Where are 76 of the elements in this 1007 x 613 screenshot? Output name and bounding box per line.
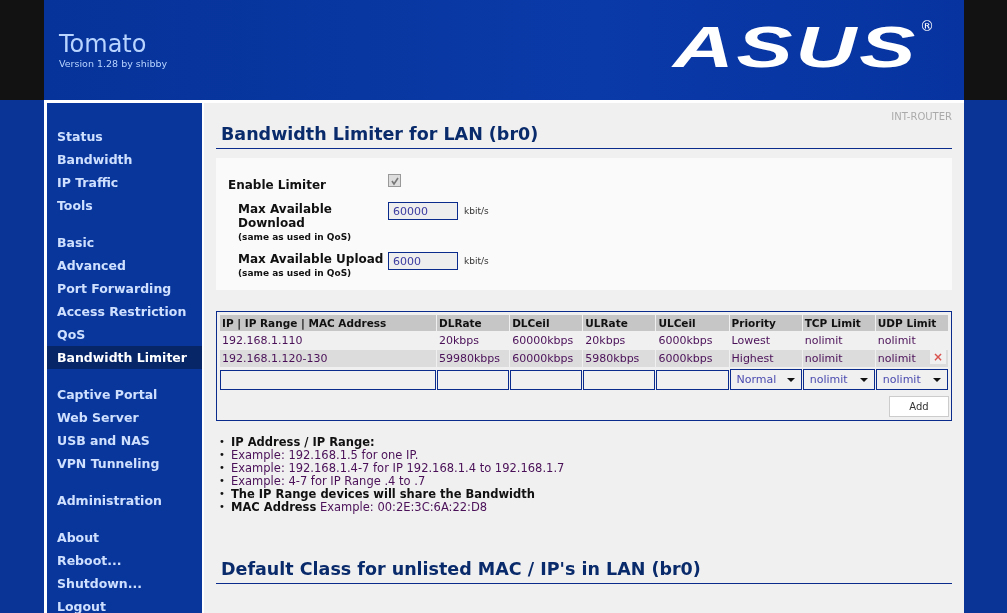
add-button[interactable]: Add — [889, 396, 949, 417]
table-cell: nolimit × — [875, 350, 948, 367]
caret-icon — [933, 377, 941, 382]
column-header: Priority — [729, 315, 802, 331]
note-text: Example: 4-7 for IP Range .4 to .7 — [231, 474, 426, 488]
input-field[interactable]: 60000 — [388, 202, 458, 220]
nav-link[interactable]: Bandwidth — [47, 148, 202, 171]
column-header: ULRate — [583, 315, 656, 331]
column-header: DLCeil — [510, 315, 583, 331]
input-field[interactable] — [583, 369, 656, 390]
nav-link[interactable]: Reboot... — [47, 549, 202, 572]
table-cell: 5980kbps — [583, 350, 656, 367]
table-cell: 6000kbps — [656, 350, 729, 367]
note-text: The IP Range devices will share the Bandwidth — [231, 487, 535, 501]
input-field[interactable] — [510, 369, 583, 390]
bullet: • — [219, 435, 226, 449]
section-title: Bandwidth Limiter for LAN (br0) — [216, 122, 952, 149]
input-field[interactable]: 6000 — [388, 252, 458, 270]
input-field[interactable] — [656, 369, 729, 390]
field-note: (same as used in QoS) — [238, 268, 353, 278]
table-cell: 192.168.1.120-130 — [220, 350, 436, 367]
nav-link[interactable]: Shutdown... — [47, 572, 202, 595]
bullet: • — [219, 448, 226, 462]
nav-link[interactable]: Logout — [47, 595, 202, 613]
input-field[interactable] — [220, 369, 436, 390]
table-cell: 60000kbps — [510, 350, 583, 367]
checkbox[interactable] — [388, 174, 401, 187]
dropdown[interactable]: nolimit — [875, 369, 948, 390]
app-title: Tomato — [59, 30, 148, 58]
field-note: (same as used in QoS) — [238, 232, 353, 242]
nav-link[interactable]: Advanced — [47, 254, 202, 277]
nav-link[interactable]: About — [47, 526, 202, 549]
nav-link[interactable]: Web Server — [47, 406, 202, 429]
nav-link[interactable]: QoS — [47, 323, 202, 346]
table-cell: nolimit — [802, 350, 875, 367]
version-text: Version 1.28 by shibby — [59, 58, 168, 69]
field-label: Max Available Upload — [238, 252, 385, 266]
note-text: Example: 192.168.1.5 for one IP. — [231, 448, 419, 462]
note-text: IP Address / IP Range: — [231, 435, 375, 449]
section-title: Default Class for unlisted MAC / IP's in LAN (br0) — [216, 557, 952, 584]
nav-link[interactable]: Basic — [47, 231, 202, 254]
logo: ASUS — [672, 18, 918, 76]
bullet: • — [219, 474, 226, 488]
nav-link[interactable]: USB and NAS — [47, 429, 202, 452]
field-label: Enable Limiter — [228, 177, 328, 192]
nav-link[interactable]: Status — [47, 125, 202, 148]
caret-icon — [859, 377, 868, 382]
nav-link[interactable]: Administration — [47, 489, 202, 512]
input-field[interactable] — [437, 369, 510, 390]
table-cell: 59980kbps — [437, 350, 510, 367]
bullet: • — [219, 461, 226, 475]
nav-link[interactable]: Access Restriction — [47, 300, 202, 323]
table-cell: Highest — [729, 350, 802, 367]
nav-link[interactable]: Captive Portal — [47, 383, 202, 406]
column-header: DLRate — [437, 315, 510, 331]
dropdown[interactable]: nolimit — [802, 369, 875, 390]
nav-link[interactable]: Port Forwarding — [47, 277, 202, 300]
column-header: TCP Limit — [802, 315, 875, 331]
column-header: IP | IP Range | MAC Address — [220, 315, 436, 331]
registered-mark: ® — [920, 18, 934, 34]
nav-link[interactable]: Bandwidth Limiter — [47, 346, 202, 369]
field-label: Max Available Download — [238, 202, 333, 230]
bullet: • — [219, 487, 226, 501]
nav-link[interactable]: VPN Tunneling — [47, 452, 202, 475]
dropdown[interactable]: Normal — [729, 369, 802, 390]
nav-link[interactable]: IP Traffic — [47, 171, 202, 194]
note-text: MAC Address Example: 00:2E:3C:6A:22:D8 — [231, 500, 488, 514]
router-name: INT-ROUTER — [890, 111, 952, 122]
unit-label: kbit/s — [464, 206, 489, 216]
bullet: • — [219, 500, 226, 514]
column-header: UDP Limit — [875, 315, 948, 331]
note-text: Example: 192.168.1.4-7 for IP 192.168.1.4 to 192.168.1.7 — [231, 461, 565, 475]
caret-icon — [786, 377, 795, 382]
nav-link[interactable]: Tools — [47, 194, 202, 217]
column-header: ULCeil — [656, 315, 729, 331]
unit-label: kbit/s — [464, 256, 489, 266]
